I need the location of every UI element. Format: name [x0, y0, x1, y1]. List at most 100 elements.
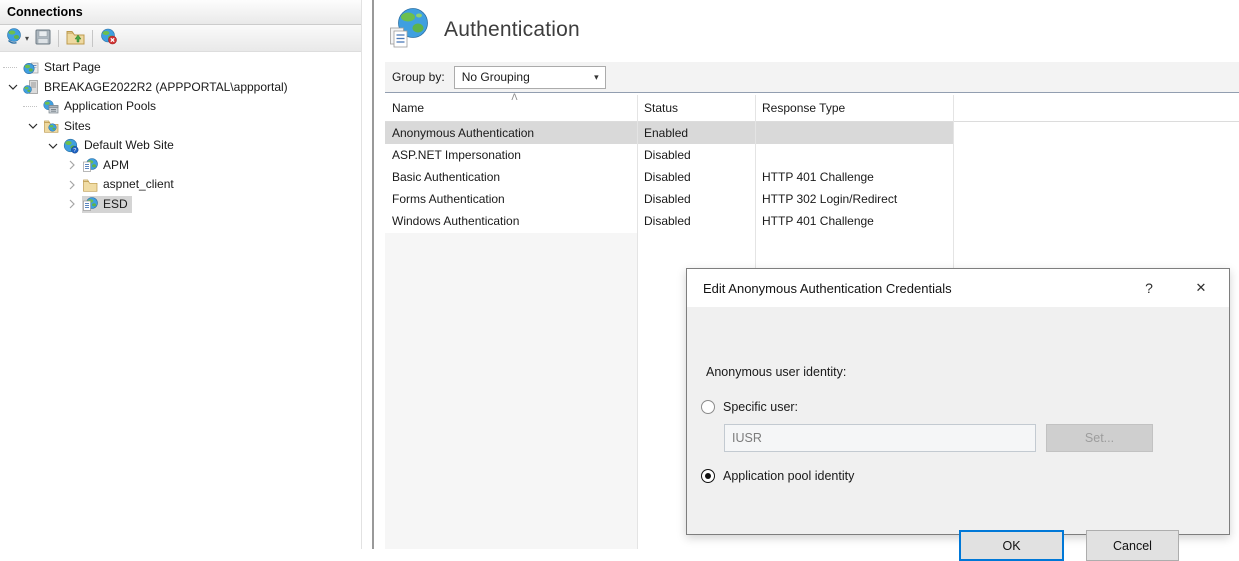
cell-name: Forms Authentication — [385, 192, 637, 206]
column-separator — [755, 95, 756, 268]
panel-splitter[interactable] — [372, 0, 374, 549]
tree-selection-highlight: ESD — [82, 196, 132, 213]
sites-folder-icon — [43, 118, 59, 134]
authentication-feature-icon — [388, 7, 430, 52]
dialog-titlebar: Edit Anonymous Authentication Credential… — [687, 269, 1229, 307]
column-header-label: Status — [644, 101, 678, 115]
dropdown-caret-icon: ▾ — [594, 72, 599, 83]
cell-name: Anonymous Authentication — [385, 126, 637, 140]
list-row-anonymous-authentication[interactable]: Anonymous Authentication Enabled — [385, 122, 953, 144]
specific-user-input[interactable] — [724, 424, 1036, 452]
radio-checked-icon[interactable] — [701, 469, 715, 483]
connections-tree: Start Page BREAKAGE2022R2 (APPPORTAL\app… — [0, 52, 361, 214]
chevron-expanded-icon[interactable] — [43, 138, 63, 154]
help-icon[interactable]: ? — [1129, 269, 1169, 307]
tree-connector — [23, 99, 43, 115]
radio-unchecked-icon[interactable] — [701, 400, 715, 414]
disconnect-button[interactable] — [97, 26, 121, 50]
application-pools-icon — [43, 99, 59, 115]
list-empty-area — [385, 233, 637, 549]
save-icon — [35, 29, 51, 48]
list-row-basic-authentication[interactable]: Basic Authentication Disabled HTTP 401 C… — [385, 166, 953, 188]
tree-connector — [3, 60, 23, 76]
cell-status: Disabled — [637, 192, 755, 206]
tree-item-start-page[interactable]: Start Page — [0, 58, 361, 78]
dialog-title: Edit Anonymous Authentication Credential… — [703, 281, 952, 296]
connect-server-button[interactable]: ▾ — [3, 26, 32, 50]
application-icon — [82, 196, 98, 212]
cell-status: Enabled — [637, 126, 755, 140]
folder-icon — [82, 177, 98, 193]
column-header-response-type[interactable]: Response Type — [755, 95, 953, 121]
column-separator — [953, 95, 954, 268]
connections-panel: Connections ▾ — [0, 0, 362, 549]
tree-item-apm[interactable]: APM — [0, 156, 361, 176]
globe-disconnect-icon — [100, 28, 118, 48]
tree-item-label: Start Page — [43, 59, 104, 76]
connect-globe-icon — [6, 28, 24, 48]
chevron-collapsed-icon[interactable] — [62, 157, 82, 173]
column-header-label: Response Type — [762, 101, 845, 115]
group-by-toolbar: Group by: No Grouping ▾ — [385, 62, 1239, 93]
list-row-windows-authentication[interactable]: Windows Authentication Disabled HTTP 401… — [385, 210, 953, 232]
list-row-forms-authentication[interactable]: Forms Authentication Disabled HTTP 302 L… — [385, 188, 953, 210]
identity-section-label: Anonymous user identity: — [706, 365, 846, 379]
column-header-status[interactable]: Status — [637, 95, 755, 121]
tree-item-default-web-site[interactable]: ? Default Web Site — [0, 136, 361, 156]
svg-text:?: ? — [73, 148, 76, 154]
column-header-label: Name — [392, 101, 424, 115]
feature-header: Authentication — [388, 7, 580, 52]
application-pool-identity-radio[interactable]: Application pool identity — [701, 469, 854, 483]
connections-panel-title: Connections — [0, 0, 361, 25]
cancel-button[interactable]: Cancel — [1086, 530, 1179, 561]
cell-name: Windows Authentication — [385, 214, 637, 228]
server-icon — [23, 79, 39, 95]
cell-status: Disabled — [637, 148, 755, 162]
toolbar-separator — [92, 30, 93, 47]
tree-item-label: BREAKAGE2022R2 (APPPORTAL\appportal) — [43, 79, 291, 96]
chevron-expanded-icon[interactable] — [3, 79, 23, 95]
tree-item-server[interactable]: BREAKAGE2022R2 (APPPORTAL\appportal) — [0, 78, 361, 98]
website-icon: ? — [63, 138, 79, 154]
group-by-dropdown[interactable]: No Grouping ▾ — [454, 66, 606, 89]
tree-item-sites[interactable]: Sites — [0, 117, 361, 137]
tree-item-label: Application Pools — [63, 98, 159, 115]
cell-response-type: HTTP 401 Challenge — [755, 170, 953, 184]
column-header-name[interactable]: Name ᐱ — [385, 95, 637, 121]
application-pool-identity-label: Application pool identity — [723, 469, 854, 483]
cell-name: Basic Authentication — [385, 170, 637, 184]
cell-status: Disabled — [637, 214, 755, 228]
save-connections-button[interactable] — [32, 27, 54, 50]
group-by-value: No Grouping — [462, 70, 530, 84]
tree-item-label: Sites — [63, 118, 94, 135]
browse-package-button[interactable] — [63, 27, 88, 50]
ok-button[interactable]: OK — [959, 530, 1064, 561]
cell-name: ASP.NET Impersonation — [385, 148, 637, 162]
close-icon[interactable]: ✕ — [1181, 269, 1221, 307]
chevron-expanded-icon[interactable] — [23, 118, 43, 134]
tree-item-label: Default Web Site — [83, 137, 177, 154]
set-button[interactable]: Set... — [1046, 424, 1153, 452]
sort-ascending-icon: ᐱ — [506, 92, 522, 103]
chevron-collapsed-icon[interactable] — [62, 177, 82, 193]
toolbar-separator — [58, 30, 59, 47]
column-separator — [637, 95, 638, 549]
chevron-collapsed-icon[interactable] — [62, 196, 82, 212]
tree-item-esd[interactable]: ESD — [0, 195, 361, 215]
specific-user-radio[interactable]: Specific user: — [701, 400, 798, 414]
tree-item-label: ESD — [102, 196, 132, 213]
cell-response-type: HTTP 302 Login/Redirect — [755, 192, 953, 206]
connections-toolbar: ▾ — [0, 25, 361, 52]
dialog-body: Anonymous user identity: Specific user: … — [687, 307, 1229, 536]
tree-item-label: aspnet_client — [102, 176, 177, 193]
start-page-icon — [23, 60, 39, 76]
cell-status: Disabled — [637, 170, 755, 184]
connect-dropdown-caret-icon: ▾ — [25, 34, 29, 43]
group-by-label: Group by: — [392, 70, 445, 84]
list-row-aspnet-impersonation[interactable]: ASP.NET Impersonation Disabled — [385, 144, 953, 166]
page-title: Authentication — [444, 18, 580, 42]
tree-item-application-pools[interactable]: Application Pools — [0, 97, 361, 117]
tree-item-aspnet-client[interactable]: aspnet_client — [0, 175, 361, 195]
folder-up-icon — [66, 29, 85, 48]
tree-item-label: APM — [102, 157, 132, 174]
